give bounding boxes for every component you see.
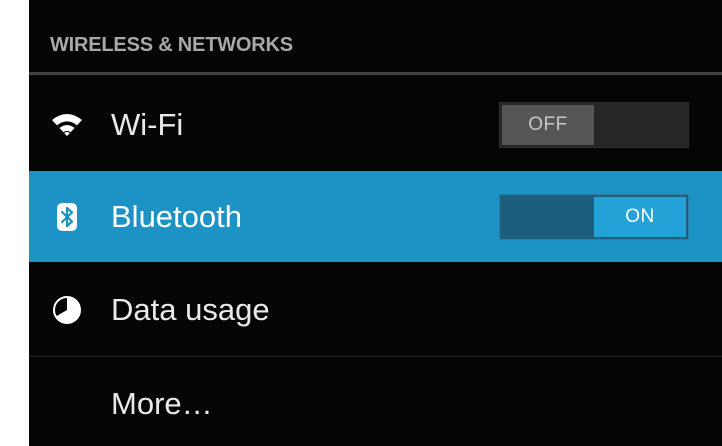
wifi-icon [49,107,85,143]
settings-screen: WIRELESS & NETWORKS Wi-Fi OFF Bluetooth … [29,0,722,446]
settings-item-bluetooth[interactable]: Bluetooth ON [29,171,722,262]
bluetooth-toggle[interactable]: ON [499,193,689,240]
wifi-label: Wi-Fi [111,107,184,142]
bluetooth-label: Bluetooth [111,198,242,234]
row-divider [29,356,722,357]
settings-item-more[interactable]: More… [29,358,722,446]
settings-item-data-usage[interactable]: Data usage [29,264,722,357]
data-usage-label: Data usage [111,292,270,327]
wifi-toggle-state: OFF [502,105,594,145]
bluetooth-toggle-state: ON [594,196,686,237]
more-label: More… [111,386,213,421]
settings-item-wifi[interactable]: Wi-Fi OFF [29,79,722,172]
section-header: WIRELESS & NETWORKS [29,0,722,76]
section-divider [29,72,722,75]
wifi-toggle[interactable]: OFF [499,102,689,148]
data-usage-icon [49,292,85,328]
section-title: WIRELESS & NETWORKS [50,34,293,56]
bluetooth-icon [49,199,85,235]
